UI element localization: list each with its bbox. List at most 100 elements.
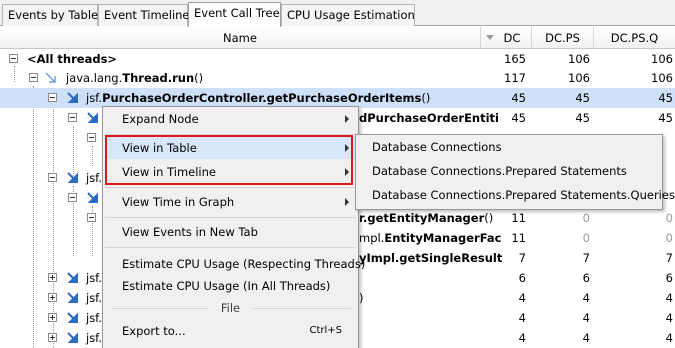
method-arrow-icon [67,292,78,303]
menu-item-label: View Time in Graph [122,195,235,209]
row-name: jsf. [86,311,103,325]
cell-dc: 4 [518,291,526,305]
menu-item-estimate-cpu-all[interactable]: Estimate CPU Usage (In All Threads) [105,275,356,297]
tree-expander-icon[interactable] [87,213,96,222]
column-dc-label: DC [503,31,521,45]
menu-separator [105,217,356,218]
tree-expander-icon[interactable] [87,133,96,142]
tree-expander-icon[interactable] [68,113,77,122]
submenu-item[interactable]: Database Connections.Prepared Statements… [358,184,675,206]
method-arrow-icon [87,112,98,123]
menu-separator [105,187,356,188]
method-arrow-icon [67,272,78,283]
menu-item-label: Expand Node [122,112,199,126]
menu-item-label: Export to... [122,324,186,338]
cell-dcpsq: 6 [665,271,673,285]
menu-item-export-to[interactable]: Export to... Ctrl+S [105,320,356,342]
cell-dcpsq: 106 [651,71,673,85]
cell-dc: 4 [518,311,526,325]
cell-dc: 45 [511,111,526,125]
submenu-item[interactable]: Database Connections.Prepared Statements [358,160,660,182]
tree-expander-icon[interactable] [48,173,57,182]
tree-expander-icon[interactable] [48,273,57,282]
tab-label: CPU Usage Estimation [287,8,415,22]
cell-dcps: 106 [568,71,590,85]
method-arrow-icon [67,172,78,183]
cell-dcps: 4 [582,311,590,325]
column-name-label: Name [223,31,257,45]
submenu-item[interactable]: Database Connections [358,136,660,158]
tree-expander-icon[interactable] [48,93,57,102]
menu-item-view-events-new-tab[interactable]: View Events in New Tab [105,221,356,243]
method-arrow-icon [67,312,78,323]
cell-dcpsq: 4 [665,311,673,325]
row-name: java.lang.Thread.run() [66,71,204,85]
tree-row[interactable]: java.lang.Thread.run() 117 106 106 [0,68,675,88]
sort-descending-icon [486,35,494,40]
submenu-arrow-icon [345,198,349,206]
cell-dcpsq: 0 [665,231,673,245]
cell-dcpsq: 4 [665,291,673,305]
annotation-highlight-box [105,135,353,185]
tree-expander-icon[interactable] [48,293,57,302]
cell-dcpsq: 45 [658,111,673,125]
tab-event-call-tree[interactable]: Event Call Tree [188,2,281,27]
submenu-item-label: Database Connections [372,140,502,154]
submenu-arrow-icon [345,115,349,123]
method-arrow-icon [67,332,78,343]
menu-separator [105,247,356,248]
menu-item-label: Estimate CPU Usage (Respecting Threads) [122,257,366,271]
cell-dc: 4 [518,331,526,345]
thread-icon [45,72,56,83]
column-dcpsq[interactable]: DC.PS.Q [593,27,675,49]
cell-dc: 11 [511,211,526,225]
tree-row-selected[interactable]: jsf.PurchaseOrderController.getPurchaseO… [0,88,675,108]
cell-dc: 7 [518,251,526,265]
tab-label: Events by Table [8,8,99,22]
tree-expander-icon[interactable] [48,313,57,322]
menu-item-label: Estimate CPU Usage (In All Threads) [122,279,331,293]
submenu-item-label: Database Connections.Prepared Statements [372,164,627,178]
row-name: jsf. [86,291,103,305]
menu-item-label: View Events in New Tab [122,225,258,239]
row-name: jsf. [86,271,103,285]
menu-item-shortcut: Ctrl+S [309,325,342,336]
column-dc[interactable]: DC [480,27,531,49]
tab-cpu-usage-estimation[interactable]: CPU Usage Estimation [281,4,415,26]
cell-dc: 45 [511,91,526,105]
column-dcps-label: DC.PS [545,31,580,45]
method-arrow-icon [87,192,98,203]
menu-item-estimate-cpu-respecting[interactable]: Estimate CPU Usage (Respecting Threads) [105,253,365,275]
tab-label: Event Timeline [104,8,190,22]
column-dcps[interactable]: DC.PS [531,27,593,49]
menu-item-expand-node[interactable]: Expand Node [105,108,356,130]
row-name: jsf. [86,171,103,185]
cell-dcps: 106 [568,52,590,66]
cell-dcps: 6 [582,271,590,285]
cell-dc: 117 [504,71,526,85]
tree-expander-icon[interactable] [48,333,57,342]
tree-expander-icon[interactable] [9,54,18,63]
cell-dcps: 7 [582,251,590,265]
submenu-view-in-table: Database Connections Database Connection… [355,134,675,210]
row-name: <All threads> [27,52,118,66]
cell-dcps: 4 [582,291,590,305]
cell-dcps: 0 [582,231,590,245]
row-name-suffix: ) [359,291,364,305]
column-name[interactable]: Name [0,27,480,49]
method-arrow-icon [67,92,78,103]
cell-dc: 6 [518,271,526,285]
cell-dcpsq: 106 [651,52,673,66]
menu-section-label: File [220,301,241,315]
tree-expander-icon[interactable] [68,193,77,202]
cell-dcpsq: 0 [665,211,673,225]
tree-row[interactable]: <All threads> 165 106 106 [0,49,675,69]
column-dcpsq-label: DC.PS.Q [610,31,659,45]
tab-label: Event Call Tree [194,6,280,20]
cell-dcps: 0 [582,211,590,225]
tree-expander-icon[interactable] [29,73,38,82]
tab-event-timeline[interactable]: Event Timeline [98,4,190,26]
cell-dcps: 45 [575,111,590,125]
menu-item-view-time-in-graph[interactable]: View Time in Graph [105,191,356,213]
tab-events-by-table[interactable]: Events by Table [2,4,98,26]
